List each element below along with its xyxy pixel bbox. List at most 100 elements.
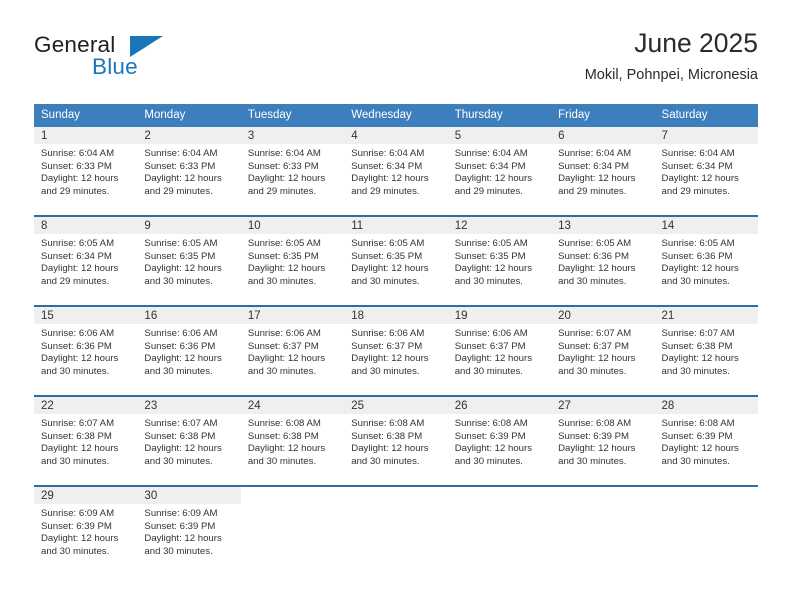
weekday-header-sunday: Sunday [41,109,81,121]
day-number [344,487,447,504]
calendar-day-cell[interactable]: 18 Sunrise: 6:06 AM Sunset: 6:37 PM Dayligh… [344,307,448,395]
daylight-text: Daylight: 12 hours and 30 minutes. [247,353,326,377]
calendar-day-cell[interactable]: 14 Sunrise: 6:05 AM Sunset: 6:36 PM Dayligh… [654,217,758,305]
day-sun-info: Sunrise: 6:06 AM Sunset: 6:37 PM Daylight:… [241,324,344,378]
day-number: 3 [240,127,345,144]
sunrise-text: Sunrise: 6:06 AM [144,328,218,339]
day-sun-info: Sunrise: 6:07 AM Sunset: 6:38 PM Daylight:… [655,324,758,378]
day-sun-info [448,504,551,508]
daylight-text: Daylight: 12 hours and 29 minutes. [661,173,739,197]
sunset-text: Sunset: 6:36 PM [558,250,630,262]
day-sun-info: Sunrise: 6:06 AM Sunset: 6:36 PM Daylight:… [137,324,240,378]
calendar-day-cell[interactable]: 16 Sunrise: 6:06 AM Sunset: 6:36 PM Dayligh… [137,307,241,395]
weekday-header-row: Sunday Monday Tuesday Wednesday Thursday Frid… [34,104,758,127]
sunset-text: Sunset: 6:35 PM [247,250,319,262]
day-sun-info: Sunrise: 6:05 AM Sunset: 6:35 PM Daylight:… [344,234,447,288]
day-sun-info: Sunrise: 6:09 AM Sunset: 6:39 PM Daylight:… [137,504,240,558]
calendar-day-cell[interactable]: 21 Sunrise: 6:07 AM Sunset: 6:38 PM Dayligh… [654,307,758,395]
calendar-day-cell[interactable]: 13 Sunrise: 6:05 AM Sunset: 6:36 PM Dayligh… [551,217,655,305]
sunrise-text: Sunrise: 6:04 AM [351,148,425,159]
calendar-cell-empty [551,487,654,575]
sunrise-text: Sunrise: 6:04 AM [558,148,632,159]
sunrise-text: Sunrise: 6:06 AM [247,328,321,339]
day-number: 14 [654,217,758,234]
daylight-text: Daylight: 12 hours and 29 minutes. [41,173,119,197]
calendar-day-cell[interactable]: 3 Sunrise: 6:04 AM Sunset: 6:33 PM Daylight… [240,127,345,215]
day-number: 10 [240,217,345,234]
calendar-day-cell[interactable]: 27 Sunrise: 6:08 AM Sunset: 6:39 PM Dayligh… [551,397,655,485]
daylight-text: Daylight: 12 hours and 30 minutes. [144,353,222,377]
sunset-text: Sunset: 6:38 PM [144,430,216,442]
sunrise-text: Sunrise: 6:08 AM [558,418,632,429]
day-number: 22 [34,397,138,414]
day-sun-info: Sunrise: 6:07 AM Sunset: 6:38 PM Daylight:… [137,414,240,468]
sunset-text: Sunset: 6:33 PM [41,160,112,172]
day-sun-info: Sunrise: 6:05 AM Sunset: 6:35 PM Daylight:… [448,234,551,288]
sunrise-text: Sunrise: 6:04 AM [454,148,528,159]
calendar-day-cell[interactable]: 10 Sunrise: 6:05 AM Sunset: 6:35 PM Dayligh… [240,217,345,305]
calendar-page: General Blue June 2025 Mokil, Pohnpei, M… [0,0,792,612]
calendar-day-cell[interactable]: 22 Sunrise: 6:07 AM Sunset: 6:38 PM Dayligh… [34,397,138,485]
day-number: 27 [551,397,655,414]
calendar-day-cell[interactable]: 1 Sunrise: 6:04 AM Sunset: 6:33 PM Daylight… [34,127,138,215]
sunrise-text: Sunrise: 6:05 AM [558,238,632,249]
calendar-day-cell[interactable]: 2 Sunrise: 6:04 AM Sunset: 6:33 PM Daylight… [137,127,241,215]
daylight-text: Daylight: 12 hours and 30 minutes. [41,353,119,377]
calendar-day-cell[interactable]: 24 Sunrise: 6:08 AM Sunset: 6:38 PM Dayligh… [240,397,345,485]
sunset-text: Sunset: 6:39 PM [558,430,630,442]
sunset-text: Sunset: 6:37 PM [454,340,526,352]
sunset-text: Sunset: 6:34 PM [351,160,423,172]
calendar-week-row: 22 Sunrise: 6:07 AM Sunset: 6:38 PM Dayligh… [34,395,758,485]
calendar-day-cell[interactable]: 4 Sunrise: 6:04 AM Sunset: 6:34 PM Daylight… [344,127,448,215]
calendar-day-cell[interactable]: 9 Sunrise: 6:05 AM Sunset: 6:35 PM Daylight… [137,217,241,305]
sunset-text: Sunset: 6:38 PM [351,430,423,442]
page-header: General Blue June 2025 Mokil, Pohnpei, M… [34,26,758,92]
day-number: 7 [654,127,758,144]
daylight-text: Daylight: 12 hours and 30 minutes. [144,533,222,557]
sunrise-text: Sunrise: 6:05 AM [454,238,528,249]
day-number: 28 [654,397,758,414]
calendar-day-cell[interactable]: 26 Sunrise: 6:08 AM Sunset: 6:39 PM Dayligh… [447,397,552,485]
calendar-grid: Sunday Monday Tuesday Wednesday Thursday Frid… [34,104,758,575]
calendar-day-cell[interactable]: 15 Sunrise: 6:06 AM Sunset: 6:36 PM Dayligh… [34,307,138,395]
calendar-day-cell[interactable]: 17 Sunrise: 6:06 AM Sunset: 6:37 PM Dayligh… [240,307,345,395]
calendar-day-cell[interactable]: 19 Sunrise: 6:06 AM Sunset: 6:37 PM Dayligh… [447,307,552,395]
day-number: 8 [34,217,138,234]
sunset-text: Sunset: 6:37 PM [558,340,630,352]
day-number: 25 [344,397,448,414]
calendar-day-cell[interactable]: 7 Sunrise: 6:04 AM Sunset: 6:34 PM Daylight… [654,127,758,215]
sunset-text: Sunset: 6:34 PM [558,160,630,172]
calendar-day-cell[interactable]: 12 Sunrise: 6:05 AM Sunset: 6:35 PM Dayligh… [447,217,552,305]
day-number: 26 [447,397,552,414]
calendar-day-cell[interactable]: 25 Sunrise: 6:08 AM Sunset: 6:38 PM Dayligh… [344,397,448,485]
daylight-text: Daylight: 12 hours and 29 minutes. [351,173,429,197]
sunset-text: Sunset: 6:39 PM [661,430,733,442]
calendar-week-row: 1 Sunrise: 6:04 AM Sunset: 6:33 PM Daylight… [34,127,758,215]
calendar-day-cell[interactable]: 20 Sunrise: 6:07 AM Sunset: 6:37 PM Dayligh… [551,307,655,395]
day-sun-info: Sunrise: 6:05 AM Sunset: 6:34 PM Daylight:… [34,234,137,288]
calendar-day-cell[interactable]: 30 Sunrise: 6:09 AM Sunset: 6:39 PM Dayligh… [137,487,241,575]
sunset-text: Sunset: 6:36 PM [144,340,216,352]
calendar-day-cell[interactable]: 29 Sunrise: 6:09 AM Sunset: 6:39 PM Dayligh… [34,487,138,575]
day-sun-info [551,504,654,508]
sunset-text: Sunset: 6:34 PM [661,160,733,172]
sunset-text: Sunset: 6:35 PM [351,250,423,262]
sunrise-text: Sunrise: 6:04 AM [41,148,115,159]
daylight-text: Daylight: 12 hours and 30 minutes. [661,263,739,287]
sunset-text: Sunset: 6:33 PM [144,160,216,172]
calendar-day-cell[interactable]: 5 Sunrise: 6:04 AM Sunset: 6:34 PM Daylight… [447,127,552,215]
sunset-text: Sunset: 6:37 PM [247,340,319,352]
calendar-day-cell[interactable]: 23 Sunrise: 6:07 AM Sunset: 6:38 PM Dayligh… [137,397,241,485]
daylight-text: Daylight: 12 hours and 29 minutes. [558,173,636,197]
sunset-text: Sunset: 6:36 PM [661,250,733,262]
calendar-day-cell[interactable]: 28 Sunrise: 6:08 AM Sunset: 6:39 PM Dayligh… [654,397,758,485]
sunset-text: Sunset: 6:33 PM [247,160,319,172]
calendar-day-cell[interactable]: 11 Sunrise: 6:05 AM Sunset: 6:35 PM Dayligh… [344,217,448,305]
day-sun-info [241,504,344,508]
calendar-day-cell[interactable]: 8 Sunrise: 6:05 AM Sunset: 6:34 PM Daylight… [34,217,138,305]
day-number: 18 [344,307,448,324]
calendar-day-cell[interactable]: 6 Sunrise: 6:04 AM Sunset: 6:34 PM Daylight… [551,127,655,215]
daylight-text: Daylight: 12 hours and 30 minutes. [144,263,222,287]
daylight-text: Daylight: 12 hours and 29 minutes. [41,263,119,287]
daylight-text: Daylight: 12 hours and 29 minutes. [247,173,326,197]
